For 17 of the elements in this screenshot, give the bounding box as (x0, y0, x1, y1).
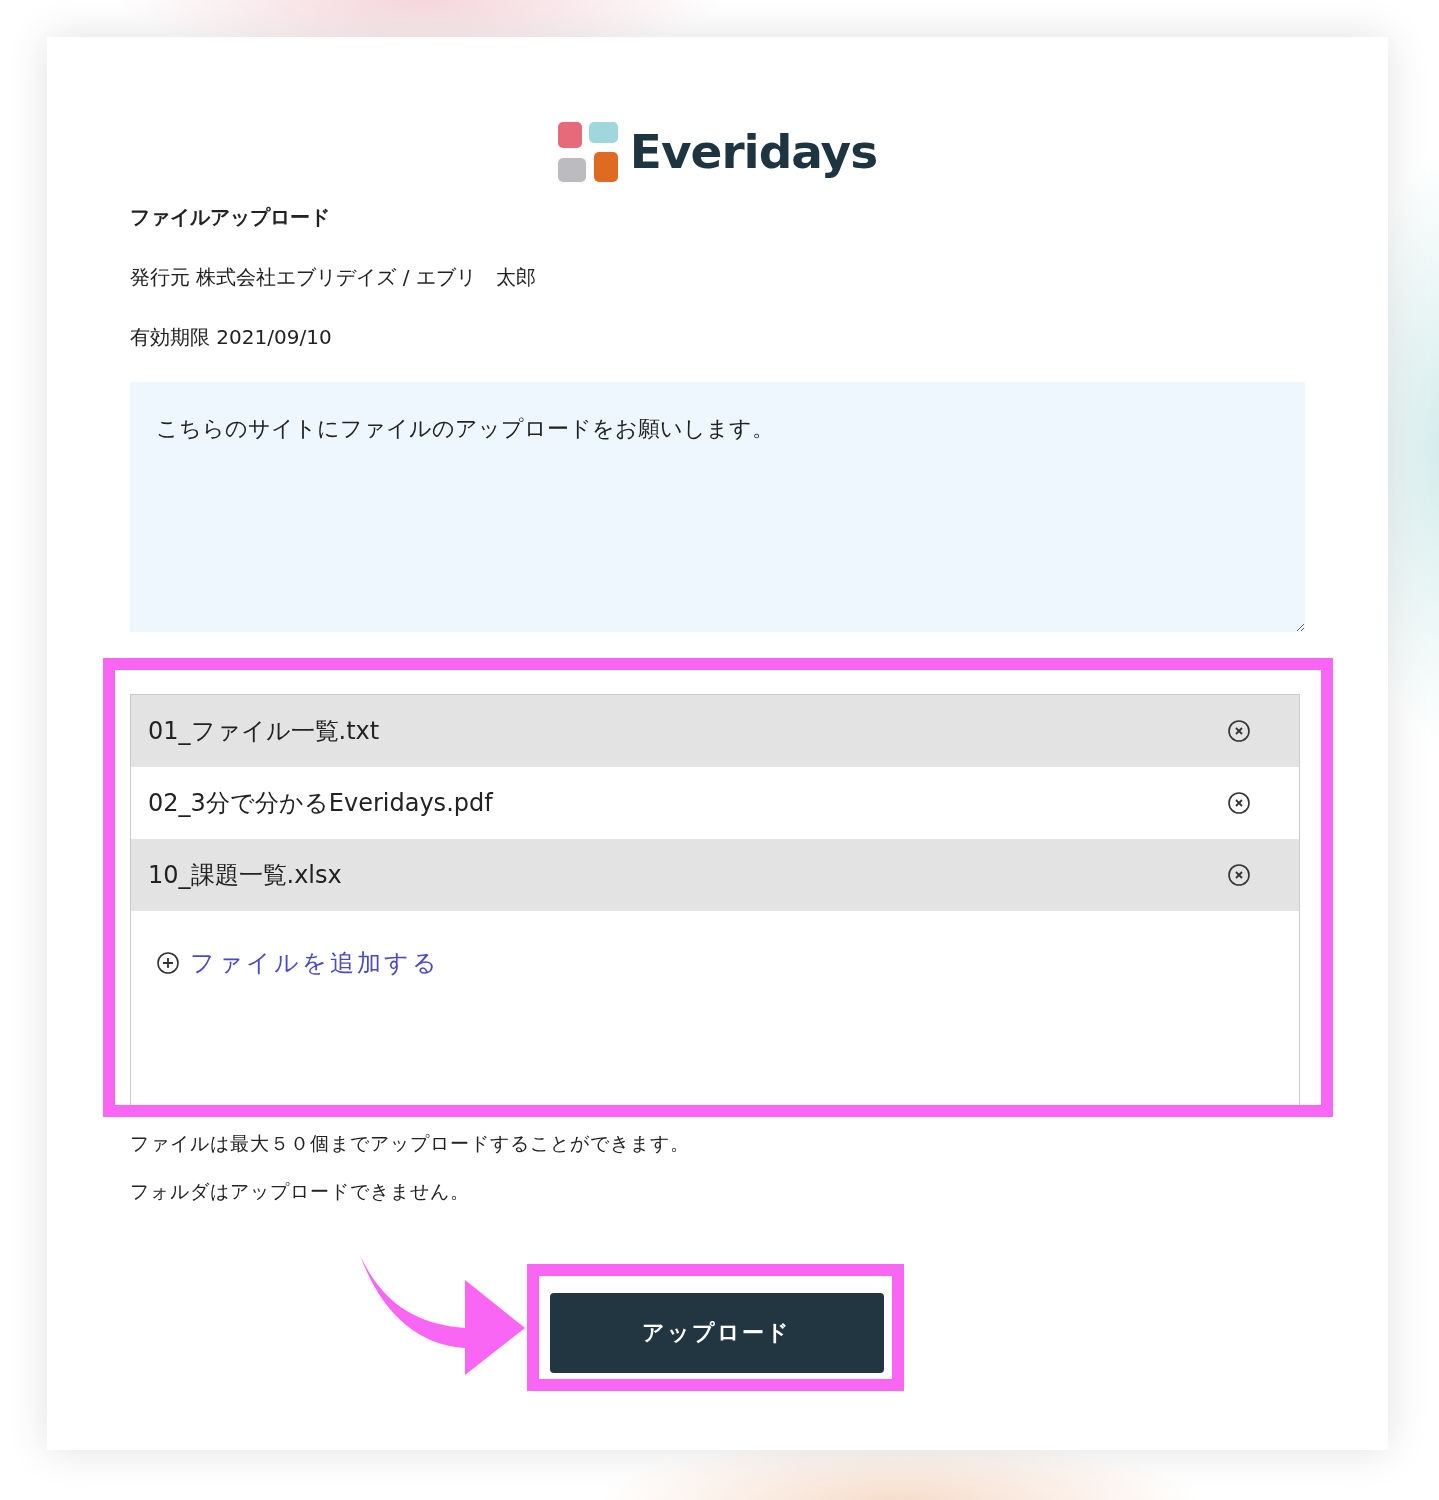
file-name: 02_3分で分かるEveridays.pdf (148, 787, 493, 819)
close-icon[interactable] (1227, 862, 1251, 887)
close-icon[interactable] (1227, 790, 1251, 815)
file-name: 01_ファイル一覧.txt (148, 715, 380, 747)
logo-icon (557, 122, 618, 183)
note-text: フォルダはアップロードできません。 (130, 1178, 471, 1204)
message-field[interactable]: こちらのサイトにファイルのアップロードをお願いします。 (130, 381, 1305, 632)
issuer-text: 発行元 株式会社エブリデイズ / エブリ 太郎 (130, 263, 537, 291)
upload-button[interactable]: アップロード (549, 1292, 884, 1373)
file-name: 10_課題一覧.xlsx (148, 859, 342, 891)
note-text: ファイルは最大５０個までアップロードすることができます。 (130, 1130, 691, 1156)
expiry-text: 有効期限 2021/09/10 (130, 323, 333, 351)
add-file-link[interactable]: ファイルを追加する (156, 944, 440, 981)
add-icon (156, 950, 180, 975)
logo-text: Everidays (629, 123, 878, 181)
page-heading: ファイルアップロード (130, 203, 331, 231)
close-icon[interactable] (1227, 718, 1251, 743)
